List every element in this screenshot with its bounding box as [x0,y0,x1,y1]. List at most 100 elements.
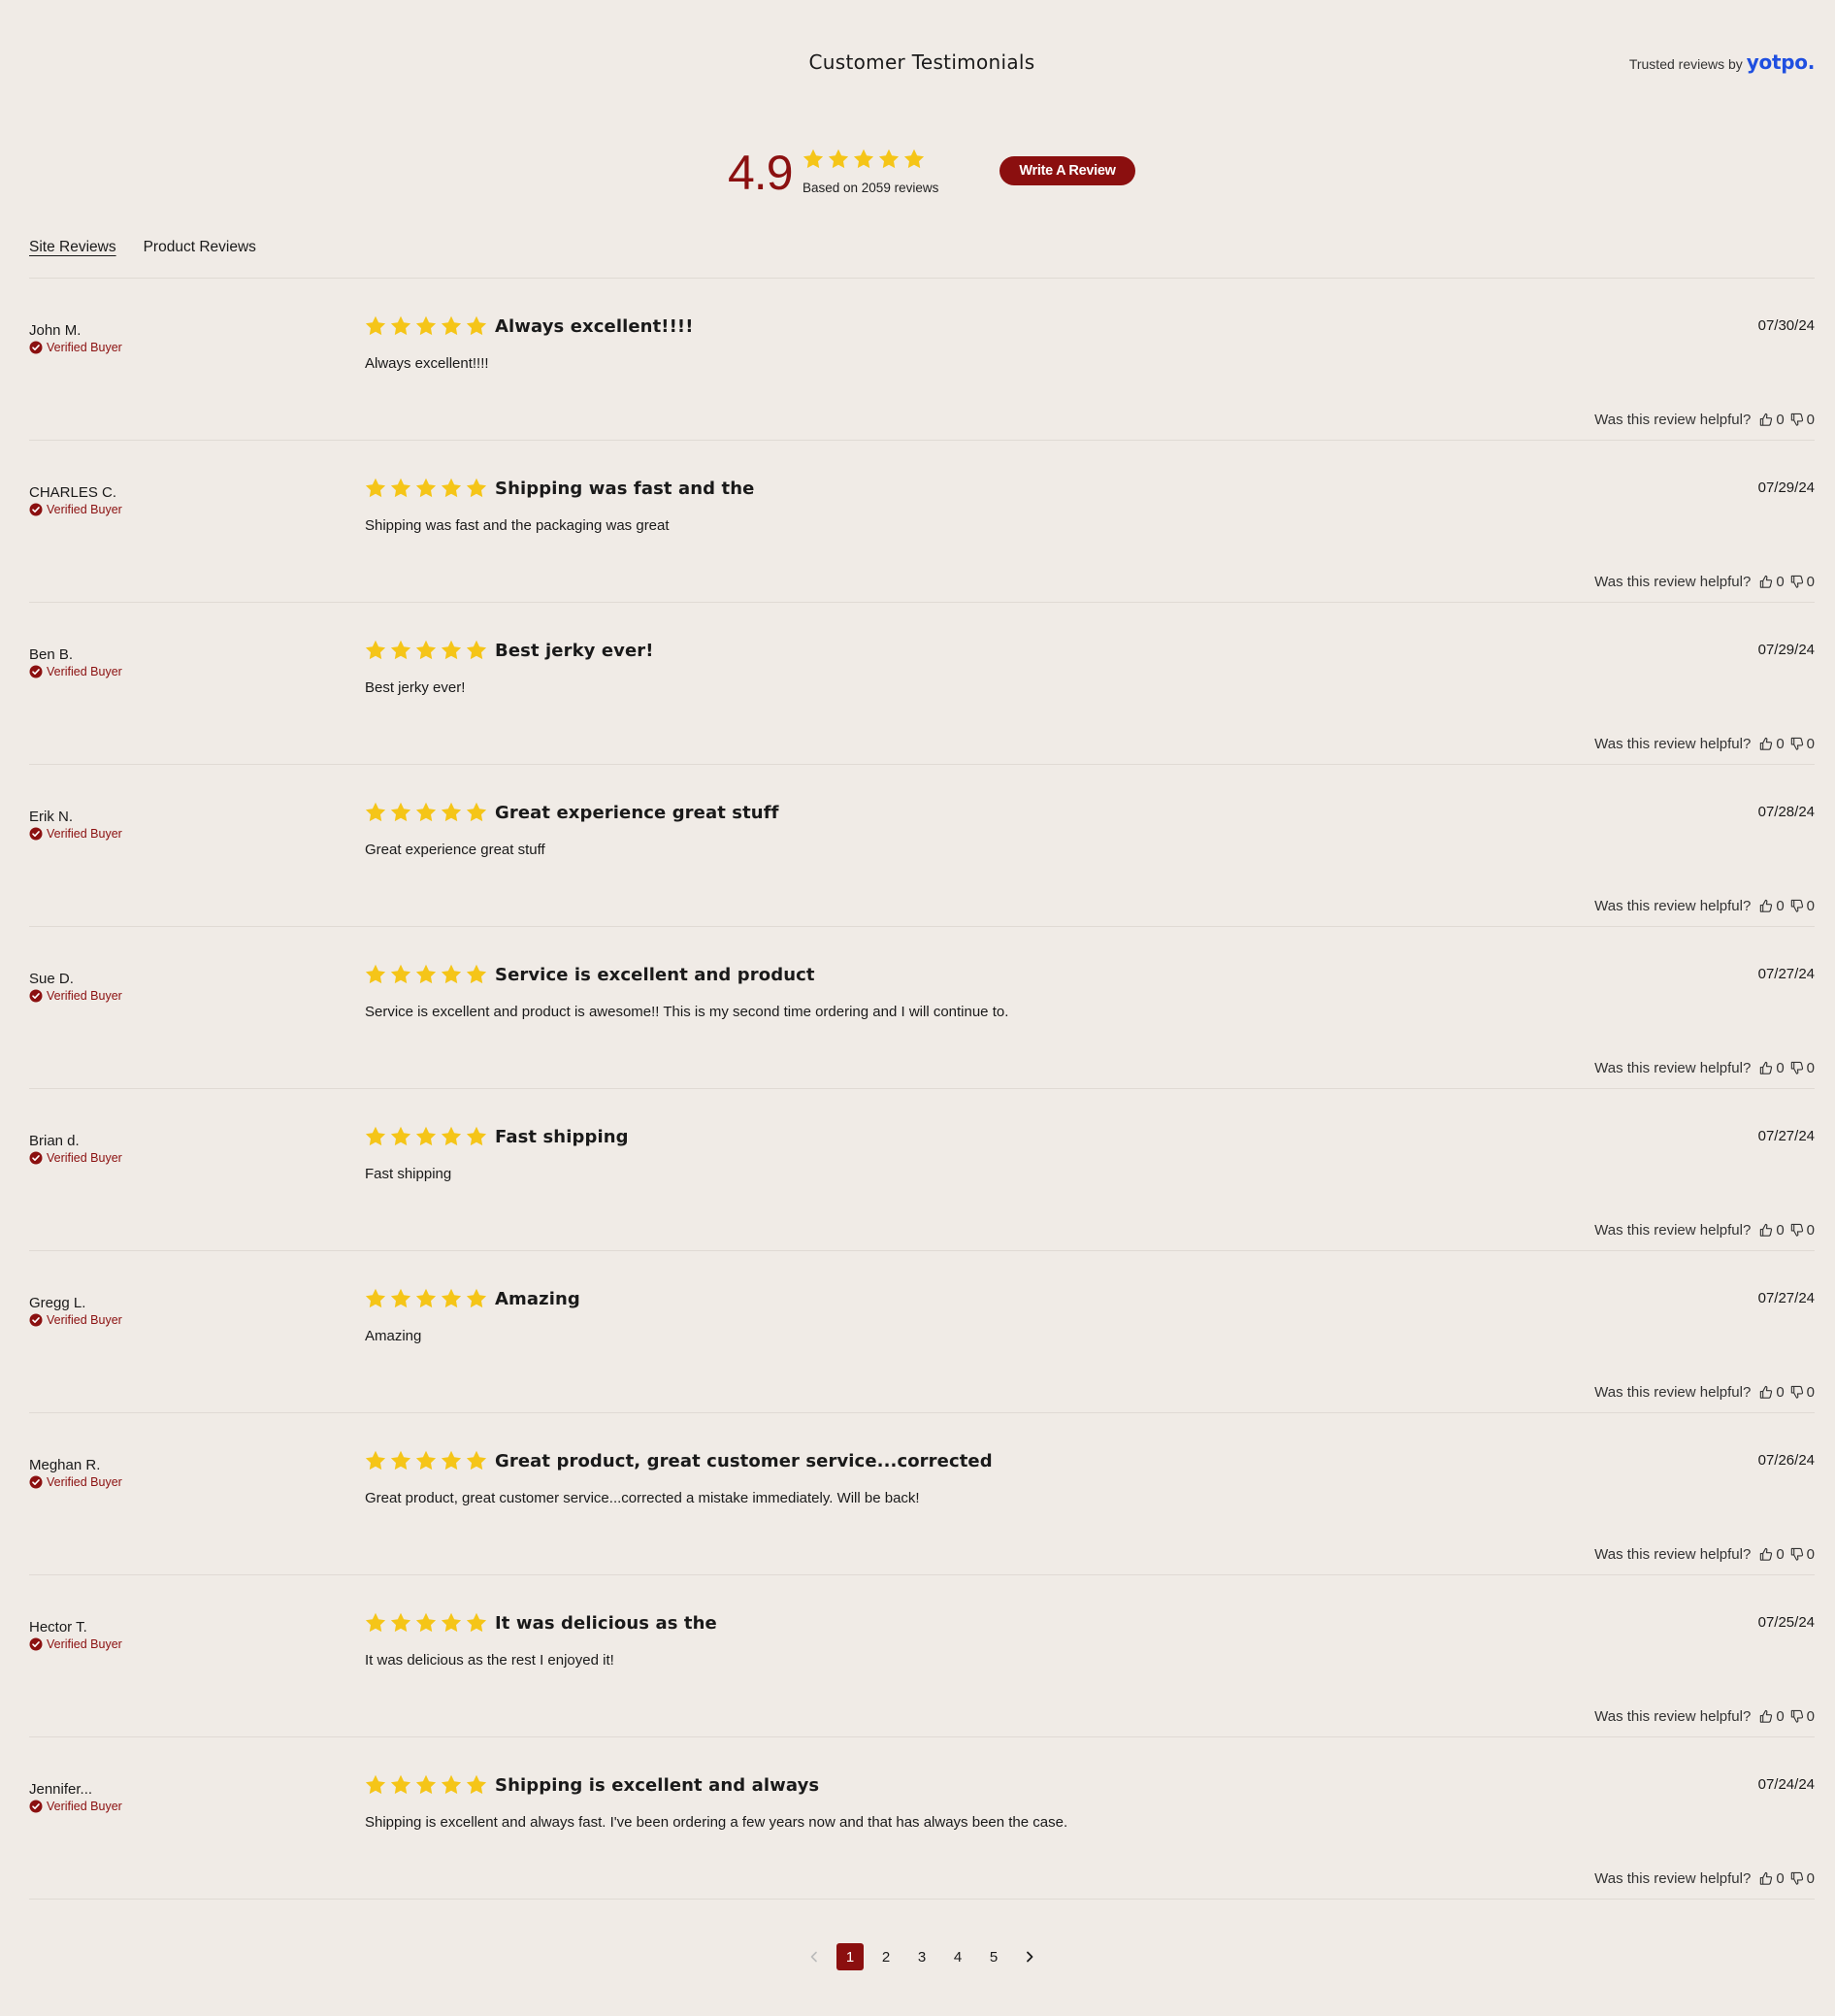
reviewer-name: CHARLES C. [29,484,117,501]
star-icon [365,1774,386,1795]
page-button[interactable]: 2 [872,1943,900,1970]
review-body: Shipping was fast and the packaging was … [365,517,670,534]
verified-badge: Verified Buyer [29,989,122,1003]
helpful-label: Was this review helpful? [1594,1060,1752,1076]
star-icon [466,1288,487,1308]
vote-down-button[interactable]: 0 [1789,574,1815,590]
check-circle-icon [29,989,43,1003]
star-icon [415,1450,437,1471]
star-icon [365,1612,386,1633]
helpful-votes: Was this review helpful? 0 0 [1594,574,1815,590]
review-title: Great experience great stuff [495,803,779,823]
reviewer-name: Erik N. [29,809,73,825]
verified-badge: Verified Buyer [29,827,122,841]
review-count: Based on 2059 reviews [803,181,939,195]
vote-up-button[interactable]: 0 [1758,574,1785,590]
star-icon [390,1288,411,1308]
vote-down-button[interactable]: 0 [1789,412,1815,428]
review-title: Best jerky ever! [495,641,654,661]
check-circle-icon [29,1800,43,1813]
review-body: Great experience great stuff [365,842,545,858]
reviewer-name: John M. [29,322,82,339]
review-date: 07/24/24 [1757,1776,1815,1793]
review-date: 07/26/24 [1757,1452,1815,1469]
check-circle-icon [29,665,43,678]
vote-down-count: 0 [1806,1222,1815,1239]
vote-down-button[interactable]: 0 [1789,1546,1815,1563]
review-tabs: Site Reviews Product Reviews [29,239,256,260]
vote-up-button[interactable]: 0 [1758,1060,1785,1076]
star-icon [853,149,874,169]
helpful-votes: Was this review helpful? 0 0 [1594,1384,1815,1401]
review-stars [364,963,488,986]
vote-up-button[interactable]: 0 [1758,1384,1785,1401]
star-icon [415,964,437,984]
yotpo-logo[interactable]: yotpo. [1747,50,1816,74]
star-icon [415,802,437,822]
vote-up-button[interactable]: 0 [1758,1708,1785,1725]
review-date: 07/25/24 [1757,1614,1815,1631]
vote-down-button[interactable]: 0 [1789,898,1815,914]
star-icon [415,1612,437,1633]
vote-up-count: 0 [1776,1060,1785,1076]
vote-up-count: 0 [1776,412,1785,428]
vote-up-button[interactable]: 0 [1758,1222,1785,1239]
next-page-button[interactable] [1016,1943,1043,1970]
verified-label: Verified Buyer [47,1313,122,1327]
vote-down-count: 0 [1806,736,1815,752]
verified-badge: Verified Buyer [29,503,122,516]
vote-down-button[interactable]: 0 [1789,1384,1815,1401]
vote-down-button[interactable]: 0 [1789,1870,1815,1887]
review-body: Great product, great customer service...… [365,1490,920,1506]
vote-down-count: 0 [1806,898,1815,914]
check-circle-icon [29,827,43,841]
vote-down-button[interactable]: 0 [1789,1060,1815,1076]
reviewer-name: Ben B. [29,646,74,663]
vote-up-button[interactable]: 0 [1758,898,1785,914]
star-icon [828,149,849,169]
helpful-votes: Was this review helpful? 0 0 [1594,1222,1815,1239]
star-icon [365,964,386,984]
review-stars [364,1773,488,1797]
star-icon [390,478,411,498]
review-date: 07/27/24 [1757,1290,1815,1306]
vote-up-button[interactable]: 0 [1758,736,1785,752]
tab-site-reviews[interactable]: Site Reviews [29,239,116,260]
review-date: 07/28/24 [1757,804,1815,820]
review-item: Meghan R. Verified Buyer Great product, gr… [29,1413,1815,1575]
page-button[interactable]: 1 [836,1943,864,1970]
prev-page-button[interactable] [801,1943,828,1970]
page-button[interactable]: 3 [908,1943,935,1970]
tab-product-reviews[interactable]: Product Reviews [144,239,256,260]
review-date: 07/29/24 [1757,479,1815,496]
vote-up-button[interactable]: 0 [1758,412,1785,428]
helpful-label: Was this review helpful? [1594,412,1752,428]
vote-up-count: 0 [1776,1546,1785,1563]
vote-up-button[interactable]: 0 [1758,1870,1785,1887]
review-stars [364,1125,488,1148]
check-circle-icon [29,1637,43,1651]
vote-down-button[interactable]: 0 [1789,1708,1815,1725]
page-button[interactable]: 4 [944,1943,971,1970]
review-item: CHARLES C. Verified Buyer Shipping was fas… [29,441,1815,603]
write-review-button[interactable]: Write A Review [999,156,1135,185]
verified-label: Verified Buyer [47,1800,122,1813]
verified-label: Verified Buyer [47,1151,122,1165]
trusted-badge[interactable]: Trusted reviews by yotpo. [1629,50,1815,74]
reviewer-name: Jennifer... [29,1781,93,1798]
review-list: John M. Verified Buyer Always excellent!!!… [29,279,1815,1900]
star-icon [365,478,386,498]
helpful-label: Was this review helpful? [1594,736,1752,752]
review-title: Service is excellent and product [495,965,815,985]
page-button[interactable]: 5 [980,1943,1007,1970]
vote-down-button[interactable]: 0 [1789,736,1815,752]
vote-down-button[interactable]: 0 [1789,1222,1815,1239]
helpful-votes: Was this review helpful? 0 0 [1594,1546,1815,1563]
star-icon [390,1450,411,1471]
helpful-votes: Was this review helpful? 0 0 [1594,898,1815,914]
thumbs-down-icon [1790,1061,1803,1074]
thumbs-up-icon [1760,1709,1773,1723]
review-item: Sue D. Verified Buyer Service is excellent… [29,927,1815,1089]
vote-up-button[interactable]: 0 [1758,1546,1785,1563]
review-body: Amazing [365,1328,422,1344]
